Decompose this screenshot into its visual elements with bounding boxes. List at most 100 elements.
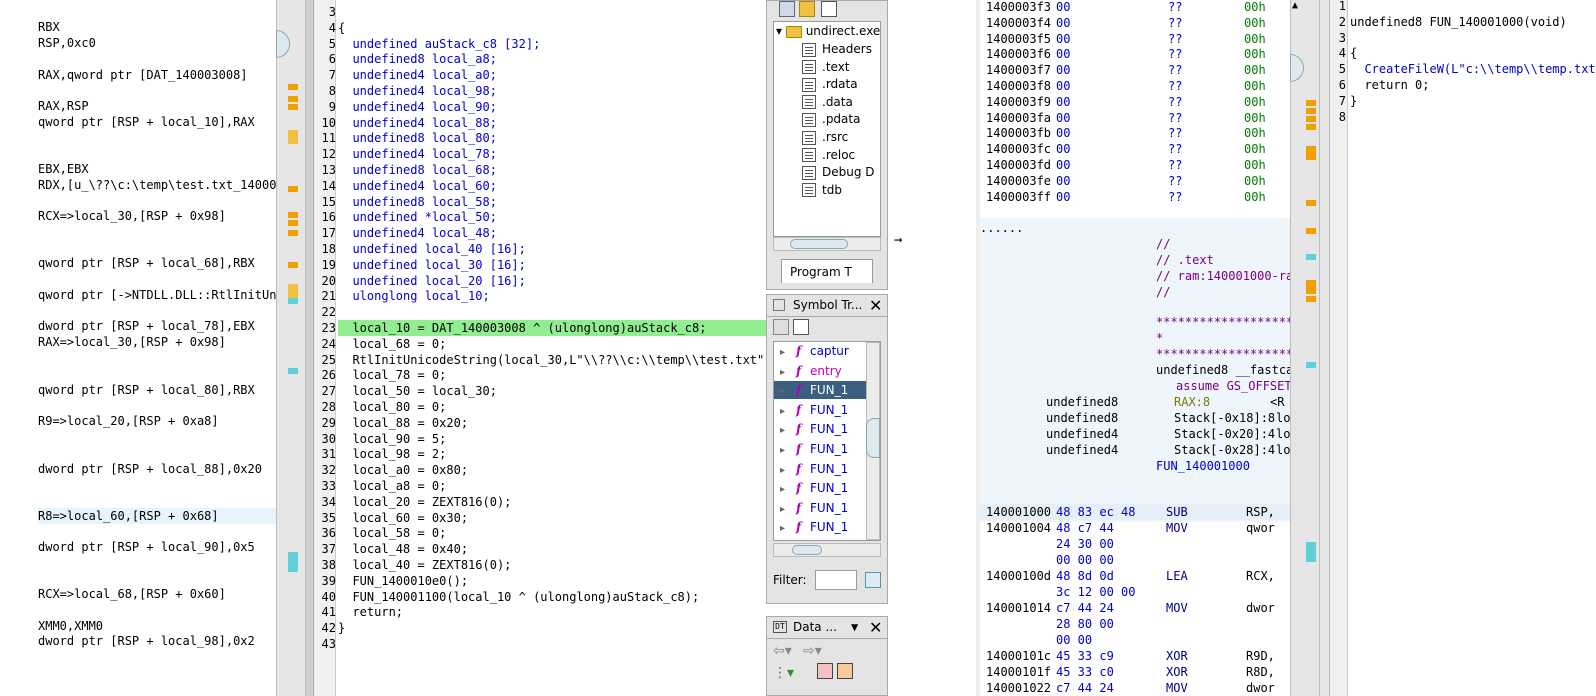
close-icon[interactable]: ✕ — [869, 296, 882, 315]
decompile-panel-right[interactable]: 1 2 undefined8 FUN_140001000(void) 3 4 {5 Cre… — [1320, 0, 1596, 696]
code-line[interactable] — [338, 4, 766, 20]
expand-icon[interactable]: ▸ — [780, 501, 796, 519]
program-tree-item[interactable]: Debug D — [802, 163, 875, 181]
symbol-hscroll-thumb[interactable] — [792, 545, 822, 555]
listing-line[interactable] — [38, 476, 276, 492]
listing-line[interactable] — [38, 398, 276, 414]
code-line[interactable]: local_98 = 2; — [338, 446, 766, 462]
listing-line[interactable]: RDX,[u_\??\c:\temp\test.txt_140002 — [38, 177, 276, 193]
program-tree-root[interactable]: ▾ undirect.exe — [776, 22, 880, 40]
code-line[interactable]: local_50 = local_30; — [338, 383, 766, 399]
listing-line[interactable]: dword ptr [RSP + local_78],EBX — [38, 318, 276, 334]
listing-panel-left[interactable]: RBX RSP,0xc0 RAX,qword ptr [DAT_140003008]… — [0, 0, 276, 696]
listing-line[interactable]: RBX — [38, 19, 276, 35]
code-line[interactable]: { — [338, 20, 766, 36]
expand-icon[interactable]: ▸ — [780, 422, 796, 440]
decompile-panel-main[interactable]: 3 4{5 undefined auStack_c8 [32]; 6 undefin… — [314, 0, 766, 696]
code-line[interactable]: local_48 = 0x40; — [338, 541, 766, 557]
code-line[interactable]: undefined4 local_48; — [338, 225, 766, 241]
code-line[interactable]: undefined8 local_80; — [338, 130, 766, 146]
program-tree-hscroll[interactable] — [773, 237, 881, 251]
function-label[interactable]: FUN_140001000 — [1156, 458, 1290, 474]
symbol-tree-item[interactable]: ▸ f FUN_1 — [774, 460, 866, 478]
code-line[interactable]: { — [1350, 45, 1596, 61]
code-line[interactable] — [1350, 0, 1596, 14]
listing-line[interactable]: qword ptr [->NTDLL.DLL::RtlInitUni — [38, 287, 276, 303]
code-line[interactable]: return; — [338, 604, 766, 620]
listing-line[interactable] — [38, 302, 276, 318]
listing-line[interactable] — [38, 51, 276, 67]
listing-line[interactable]: EBX,EBX — [38, 161, 276, 177]
hscroll-thumb[interactable] — [790, 239, 848, 249]
expand-icon[interactable]: ▸ — [780, 462, 796, 480]
code-line[interactable]: local_a8 = 0; — [338, 478, 766, 494]
code-line[interactable]: undefined4 local_a0; — [338, 67, 766, 83]
listing-line[interactable]: qword ptr [RSP + local_10],RAX — [38, 114, 276, 130]
listing-line[interactable] — [38, 571, 276, 587]
code-line[interactable]: ulonglong local_10; — [338, 288, 766, 304]
program-tree-item[interactable]: tdb — [802, 181, 842, 199]
code-line[interactable]: undefined4 local_78; — [338, 146, 766, 162]
pointer-filter-icon[interactable] — [837, 663, 853, 679]
listing-line[interactable] — [38, 130, 276, 146]
listing-line[interactable] — [38, 192, 276, 208]
symbol-tree-item[interactable]: ▸ f captur — [774, 342, 866, 360]
listing-line[interactable]: dword ptr [RSP + local_98],0x2 — [38, 633, 276, 649]
export-icon[interactable] — [821, 1, 837, 17]
expand-icon[interactable]: ▸ — [780, 403, 796, 421]
code-line[interactable]: undefined8 FUN_140001000(void) — [1350, 14, 1596, 30]
program-tree-item[interactable]: .text — [802, 58, 850, 76]
code-line[interactable] — [338, 304, 766, 320]
dropdown-icon[interactable]: ▼ — [851, 620, 858, 634]
code-line[interactable]: } — [338, 620, 766, 636]
listing-line[interactable]: dword ptr [RSP + local_90],0x5 — [38, 539, 276, 555]
code-line[interactable]: local_60 = 0x30; — [338, 510, 766, 526]
code-line[interactable]: local_40 = ZEXT816(0); — [338, 557, 766, 573]
code-line[interactable]: local_80 = 0; — [338, 399, 766, 415]
tree-nodes-icon[interactable]: ⋮▾ — [773, 665, 794, 681]
program-tree-tab[interactable]: Program T — [781, 259, 873, 283]
code-line[interactable]: local_58 = 0; — [338, 525, 766, 541]
expand-icon[interactable]: ▸ — [780, 364, 796, 382]
code-line[interactable]: undefined4 local_98; — [338, 83, 766, 99]
listing-line[interactable]: R9=>local_20,[RSP + 0xa8] — [38, 413, 276, 429]
listing-line[interactable]: RCX=>local_30,[RSP + 0x98] — [38, 208, 276, 224]
code-line[interactable]: local_78 = 0; — [338, 367, 766, 383]
code-line[interactable]: undefined local_40 [16]; — [338, 241, 766, 257]
code-line[interactable]: local_68 = 0; — [338, 336, 766, 352]
code-line[interactable]: undefined *local_50; — [338, 209, 766, 225]
listing-line[interactable] — [38, 240, 276, 256]
listing-line[interactable]: dword ptr [RSP + local_88],0x20 — [38, 461, 276, 477]
symbol-vscroll-thumb[interactable] — [866, 418, 880, 458]
code-line[interactable]: undefined8 local_68; — [338, 162, 766, 178]
listing-line[interactable]: RAX=>local_30,[RSP + 0x98] — [38, 334, 276, 350]
listing-line[interactable] — [38, 555, 276, 571]
back-arrow-icon[interactable]: ⇦▾ — [773, 643, 792, 659]
symbol-tree-item[interactable]: ▸ f FUN_1 — [774, 401, 866, 419]
code-line[interactable]: undefined auStack_c8 [32]; — [338, 36, 766, 52]
listing-line[interactable] — [38, 366, 276, 382]
code-line[interactable]: local_88 = 0x20; — [338, 415, 766, 431]
program-tree-item[interactable]: .rsrc — [802, 128, 848, 146]
program-tree-item[interactable]: .reloc — [802, 146, 855, 164]
code-line[interactable]: undefined8 local_a8; — [338, 51, 766, 67]
listing-line[interactable]: XMM0,XMM0 — [38, 618, 276, 634]
close-icon[interactable]: ✕ — [869, 618, 882, 637]
code-line[interactable]: undefined4 local_90; — [338, 99, 766, 115]
symbol-nav-icon[interactable] — [793, 319, 809, 335]
program-tree-item[interactable]: .rdata — [802, 75, 858, 93]
code-line[interactable]: local_a0 = 0x80; — [338, 462, 766, 478]
symbol-tree-item[interactable]: ▸ f FUN_1 — [774, 499, 866, 517]
collapse-icon[interactable]: ▾ — [776, 24, 782, 38]
splitter-left[interactable] — [306, 0, 314, 696]
filter-options-icon[interactable] — [865, 572, 881, 588]
listing-line[interactable] — [38, 224, 276, 240]
no-filter-icon[interactable] — [817, 663, 833, 679]
code-line[interactable]: undefined4 local_60; — [338, 178, 766, 194]
listing-line[interactable]: qword ptr [RSP + local_68],RBX — [38, 255, 276, 271]
open-folder-icon[interactable] — [799, 1, 815, 17]
listing-line[interactable] — [38, 523, 276, 539]
code-line[interactable]: FUN_1400010e0(); — [338, 573, 766, 589]
code-line[interactable]: } — [1350, 93, 1596, 109]
forward-arrow-icon[interactable]: ⇨▾ — [803, 643, 822, 659]
